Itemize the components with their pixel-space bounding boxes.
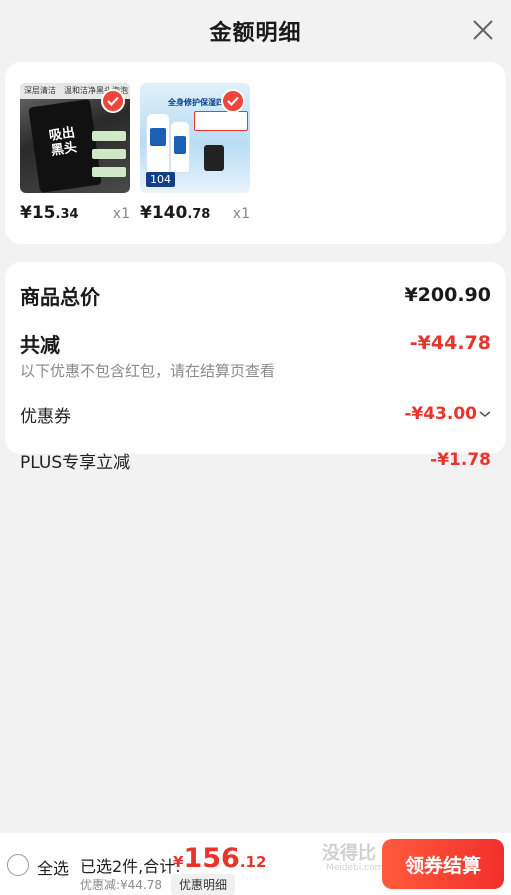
discount-detail-button[interactable]: 优惠明细 xyxy=(171,874,236,895)
product-quantity: x1 xyxy=(232,206,250,222)
product-item[interactable]: 深层清洁 温和洁净黑头泡泡 吸出黑头 ¥15.34 x1 xyxy=(20,83,130,223)
chevron-down-icon[interactable] xyxy=(479,410,491,418)
watermark-url: Meidebi.com xyxy=(326,863,384,873)
select-all-radio[interactable] xyxy=(7,854,29,876)
checkmark-icon xyxy=(221,89,245,113)
coupon-value: -¥43.00 xyxy=(404,404,477,424)
coupon-row[interactable]: 优惠券 -¥43.00 xyxy=(20,403,491,427)
checkout-bar: 全选 已选2件,合计: ¥156.12 优惠减:¥44.78 优惠明细 没得比 … xyxy=(0,833,511,895)
total-price-label: 商品总价 xyxy=(20,284,100,309)
product-price: ¥140.78 xyxy=(140,203,211,223)
total-price-value: ¥200.90 xyxy=(404,284,491,306)
plus-discount-value: -¥1.78 xyxy=(430,450,491,470)
header: 金额明细 xyxy=(0,0,511,62)
product-image: 深层清洁 温和洁净黑头泡泡 吸出黑头 xyxy=(20,83,130,193)
selected-count: 已选2件,合计: xyxy=(80,857,181,876)
product-price: ¥15.34 xyxy=(20,203,79,223)
select-all-label[interactable]: 全选 xyxy=(37,855,69,879)
close-button[interactable] xyxy=(469,16,497,44)
product-list-card: 深层清洁 温和洁净黑头泡泡 吸出黑头 ¥15.34 x1 全身修护保湿四件套 1… xyxy=(5,62,506,244)
discount-note: 以下优惠不包含红包，请在结算页查看 xyxy=(20,362,276,380)
product-quantity: x1 xyxy=(112,206,130,222)
total-price-row: 商品总价 ¥200.90 xyxy=(20,282,491,309)
page-title: 金额明细 xyxy=(209,21,302,46)
product-image: 全身修护保湿四件套 104 xyxy=(140,83,250,193)
checkout-total: ¥156.12 xyxy=(173,843,267,874)
checkout-button[interactable]: 领券结算 xyxy=(382,839,504,889)
coupon-label: 优惠券 xyxy=(20,406,71,427)
product-item[interactable]: 全身修护保湿四件套 104 ¥140.78 x1 xyxy=(140,83,250,223)
total-reduction-row: 共减 -¥44.78 xyxy=(20,330,491,357)
plus-discount-label: PLUS专享立减 xyxy=(20,452,131,473)
discount-summary: 优惠减:¥44.78 xyxy=(80,878,163,892)
plus-discount-row: PLUS专享立减 -¥1.78 xyxy=(20,449,491,473)
total-reduction-label: 共减 xyxy=(20,332,60,357)
checkmark-icon xyxy=(101,89,125,113)
total-reduction-value: -¥44.78 xyxy=(409,332,491,354)
close-icon xyxy=(473,20,493,40)
watermark: 没得比 xyxy=(322,843,376,864)
amount-summary-card: 商品总价 ¥200.90 共减 -¥44.78 以下优惠不包含红包，请在结算页查… xyxy=(5,262,506,473)
